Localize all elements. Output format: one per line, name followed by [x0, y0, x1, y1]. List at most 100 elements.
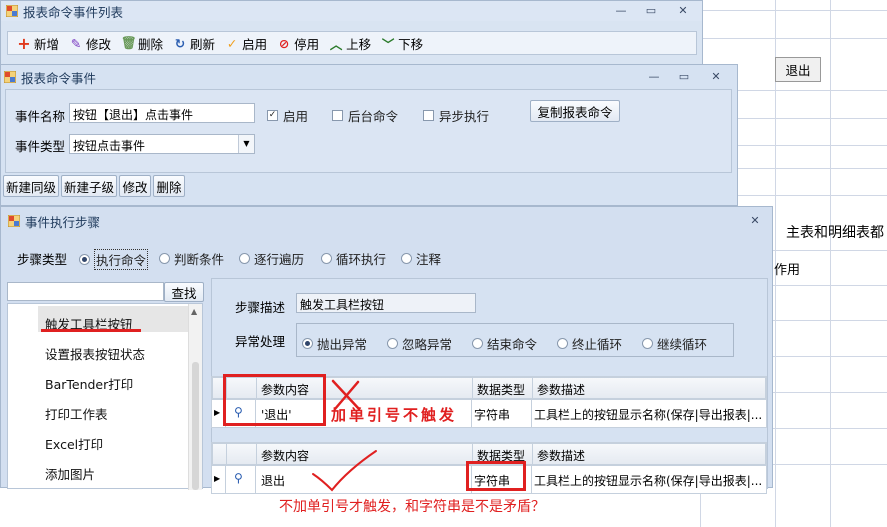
event-name-input[interactable]: 按钮【退出】点击事件 — [69, 103, 255, 123]
step-type-execute-command[interactable]: 执行命令 — [79, 249, 149, 270]
search-input[interactable] — [7, 282, 164, 301]
disable-button[interactable]: ⊘ 停用 — [272, 33, 324, 53]
search-button[interactable]: 查找 — [164, 282, 204, 302]
radio-icon — [401, 253, 412, 264]
radio-icon — [387, 338, 398, 349]
edit-button[interactable]: ✎ 修改 — [64, 33, 116, 53]
move-down-button[interactable]: ﹀ 下移 — [376, 33, 428, 53]
annotation-check-mark — [312, 450, 377, 492]
header-param-desc[interactable]: 参数描述 — [533, 378, 767, 398]
pencil-icon: ✎ — [70, 35, 82, 51]
refresh-icon: ↻ — [174, 35, 186, 51]
step-type-loop[interactable]: 循环执行 — [321, 249, 386, 268]
checkbox-icon: ✓ — [267, 110, 278, 121]
scroll-up-icon[interactable]: ▲ — [191, 307, 197, 316]
minimize-icon[interactable]: — — [614, 4, 628, 18]
annotation-box-quoted-value — [223, 374, 326, 426]
radio-icon — [302, 338, 313, 349]
checkbox-icon — [423, 110, 434, 121]
sheet-exit-button[interactable]: 退出 — [775, 57, 821, 82]
maximize-icon[interactable]: ▭ — [644, 4, 658, 18]
refresh-button[interactable]: ↻ 刷新 — [168, 33, 220, 53]
checkbox-icon — [332, 110, 343, 121]
close-icon[interactable]: ✕ — [709, 70, 723, 84]
add-button[interactable]: + 新增 — [12, 33, 64, 53]
data-type-cell[interactable]: 字符串 — [472, 400, 532, 427]
window-title: 报表命令事件列表 — [23, 4, 124, 20]
app-icon — [3, 70, 17, 84]
step-type-row-iterate[interactable]: 逐行遍历 — [239, 249, 304, 268]
step-desc-label: 步骤描述 — [235, 300, 286, 315]
scroll-thumb[interactable] — [192, 362, 199, 490]
list-item[interactable]: Excel打印 — [45, 434, 103, 453]
toolbar: + 新增 ✎ 修改 🗑 删除 ↻ 刷新 ✓ 启用 ⊘ 停用 ︿ 上移 ﹀ 下移 — [7, 31, 697, 55]
search-icon[interactable]: ⚲ — [226, 466, 256, 493]
background-command-checkbox[interactable]: 后台命令 — [332, 106, 398, 125]
annotation-box-type-cell — [466, 461, 526, 491]
check-icon: ✓ — [226, 35, 238, 51]
radio-icon — [642, 338, 653, 349]
row-indicator-icon: ▶ — [212, 466, 226, 493]
delete-button[interactable]: 🗑 删除 — [116, 33, 168, 53]
radio-icon — [239, 253, 250, 264]
header-param-desc[interactable]: 参数描述 — [533, 444, 767, 464]
exception-continue-loop[interactable]: 继续循环 — [642, 334, 707, 353]
event-name-label: 事件名称 — [15, 109, 66, 124]
exception-throw[interactable]: 抛出异常 — [302, 334, 367, 353]
command-event-list-window: 报表命令事件列表 — ▭ ✕ + 新增 ✎ 修改 🗑 删除 ↻ 刷新 ✓ 启用 ⊘ 停用 ︿… — [0, 0, 703, 70]
delete-button[interactable]: 删除 — [153, 175, 185, 197]
step-type-condition[interactable]: 判断条件 — [159, 249, 224, 268]
modify-button[interactable]: 修改 — [119, 175, 151, 197]
chevron-down-icon: ﹀ — [381, 36, 395, 52]
event-type-label: 事件类型 — [15, 139, 66, 154]
sheet-text-main-detail: 主表和明细表都 — [786, 225, 884, 241]
list-item[interactable]: BarTender打印 — [45, 374, 133, 393]
header-data-type[interactable]: 数据类型 — [473, 378, 533, 398]
move-up-button[interactable]: ︿ 上移 — [324, 33, 376, 53]
close-icon[interactable]: ✕ — [748, 214, 762, 228]
sheet-text-effect: 作用 — [774, 263, 801, 278]
step-type-label: 步骤类型 — [17, 252, 68, 267]
app-icon — [7, 214, 21, 228]
red-underline-annotation — [41, 329, 141, 332]
command-event-window: 报表命令事件 — ▭ ✕ 事件名称 按钮【退出】点击事件 ✓ 启用 后台命令 异步… — [0, 64, 738, 206]
copy-report-command-button[interactable]: 复制报表命令 — [530, 100, 620, 122]
exception-label: 异常处理 — [235, 334, 286, 349]
new-sibling-button[interactable]: 新建同级 — [3, 175, 59, 197]
exception-end-command[interactable]: 结束命令 — [472, 334, 537, 353]
annotation-note-bottom: 不加单引号才触发，和字符串是不是矛盾？ — [279, 499, 545, 515]
event-steps-window: 事件执行步骤 ✕ 步骤类型 执行命令 判断条件 逐行遍历 循环执行 注释 查找 … — [0, 206, 773, 494]
new-child-button[interactable]: 新建子级 — [61, 175, 117, 197]
annotation-note-quoted: 加单引号不触发 — [331, 406, 458, 424]
window-title: 报表命令事件 — [21, 70, 97, 86]
list-scrollbar[interactable]: ▲ — [188, 304, 202, 490]
enable-button[interactable]: ✓ 启用 — [220, 33, 272, 53]
window-title: 事件执行步骤 — [25, 214, 101, 230]
list-item[interactable]: 设置报表按钮状态 — [45, 344, 145, 363]
param-desc-cell[interactable]: 工具栏上的按钮显示名称(保存|导出报表|... — [532, 466, 766, 493]
step-desc-input[interactable]: 触发工具栏按钮 — [296, 293, 476, 313]
exception-break-loop[interactable]: 终止循环 — [557, 334, 622, 353]
event-type-select[interactable]: 按钮点击事件 ▼ — [69, 134, 255, 154]
maximize-icon[interactable]: ▭ — [677, 70, 691, 84]
step-type-comment[interactable]: 注释 — [401, 249, 441, 268]
app-icon — [5, 4, 19, 18]
exception-ignore[interactable]: 忽略异常 — [387, 334, 452, 353]
event-action-bar: 新建同级 新建子级 修改 删除 — [1, 173, 737, 199]
list-item[interactable]: 添加图片 — [45, 464, 95, 483]
event-form-panel — [5, 89, 732, 173]
async-execution-checkbox[interactable]: 异步执行 — [423, 106, 489, 125]
list-item[interactable]: 打印工作表 — [45, 404, 108, 423]
radio-icon — [472, 338, 483, 349]
enabled-checkbox[interactable]: ✓ 启用 — [267, 106, 308, 125]
stop-icon: ⊘ — [278, 35, 290, 51]
close-icon[interactable]: ✕ — [676, 4, 690, 18]
plus-icon: + — [17, 33, 31, 53]
radio-icon — [321, 253, 332, 264]
radio-icon — [557, 338, 568, 349]
radio-icon — [159, 253, 170, 264]
param-desc-cell[interactable]: 工具栏上的按钮显示名称(保存|导出报表|... — [532, 400, 766, 427]
chevron-up-icon: ︿ — [329, 36, 343, 52]
chevron-down-icon[interactable]: ▼ — [238, 135, 254, 153]
minimize-icon[interactable]: — — [647, 70, 661, 84]
